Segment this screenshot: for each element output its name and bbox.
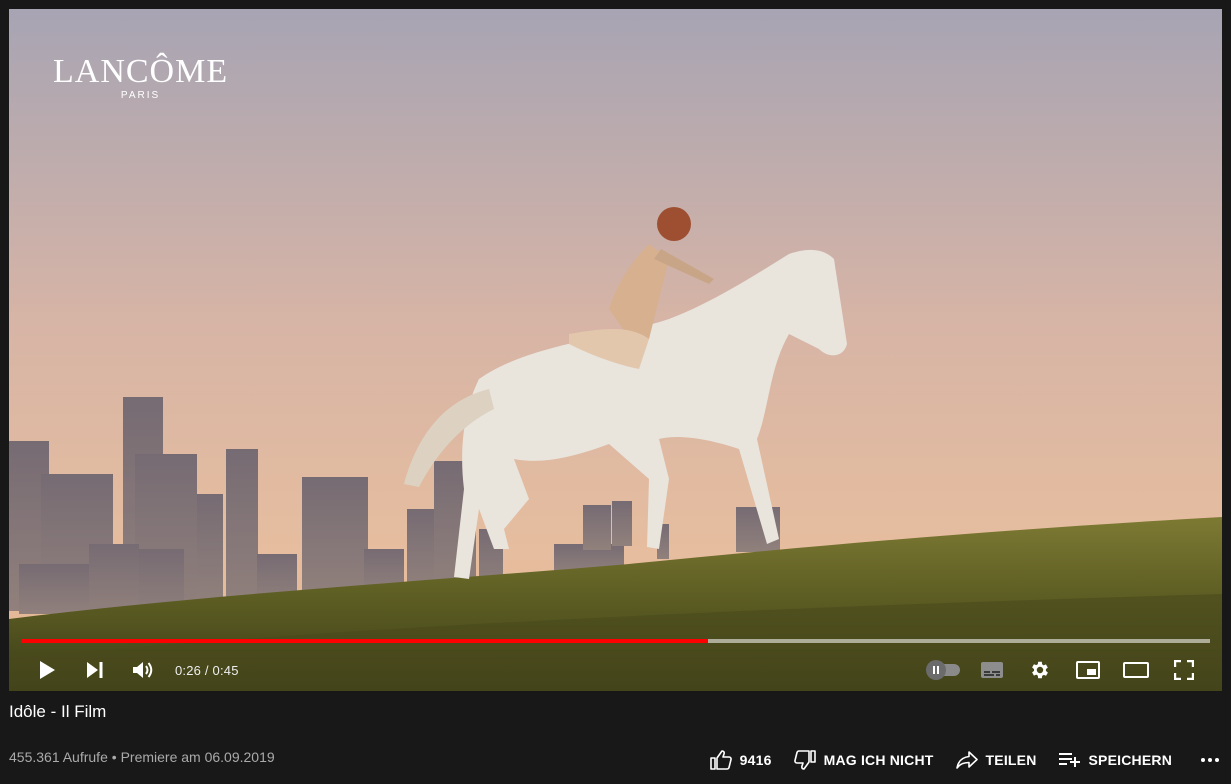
share-icon (955, 751, 978, 769)
share-label: TEILEN (985, 752, 1037, 768)
video-frame (9, 9, 1222, 691)
miniplayer-button[interactable] (1064, 652, 1112, 688)
save-button[interactable]: SPEICHERN (1058, 752, 1172, 768)
view-stats: 455.361 Aufrufe • Premiere am 06.09.2019 (9, 749, 275, 765)
gear-icon (1032, 661, 1048, 679)
action-bar: 9416 MAG ICH NICHT TEILEN SPEICHERN (688, 744, 1222, 776)
subtitles-icon (981, 662, 1003, 678)
thumbs-up-icon (709, 750, 732, 770)
like-count: 9416 (739, 752, 772, 768)
play-icon (40, 661, 55, 679)
more-actions-button[interactable] (1198, 758, 1222, 762)
player-controls: 0:26 / 0:45 (9, 649, 1222, 691)
playlist-add-icon (1058, 753, 1080, 767)
volume-icon (133, 662, 153, 678)
brand-logo: LANCÔME PARIS (53, 53, 229, 102)
thumbs-down-icon (793, 750, 816, 770)
video-player[interactable]: LANCÔME PARIS 0:26 / 0:45 (9, 9, 1222, 691)
fullscreen-icon (1174, 660, 1194, 680)
dislike-label: MAG ICH NICHT (823, 752, 934, 768)
progress-played (21, 639, 709, 643)
meta-row: 455.361 Aufrufe • Premiere am 06.09.2019… (9, 744, 1222, 776)
share-button[interactable]: TEILEN (955, 751, 1037, 769)
time-display: 0:26 / 0:45 (175, 662, 239, 678)
autoplay-track (926, 660, 960, 680)
premiere-date: Premiere am 06.09.2019 (120, 749, 275, 765)
brand-name: LANCÔME (53, 53, 229, 90)
dislike-button[interactable]: MAG ICH NICHT (793, 750, 934, 770)
save-label: SPEICHERN (1088, 752, 1172, 768)
brand-subtitle: PARIS (120, 90, 161, 101)
subtitles-button[interactable] (968, 652, 1016, 688)
autoplay-toggle[interactable] (920, 652, 968, 688)
progress-bar[interactable] (21, 639, 1210, 643)
volume-button[interactable] (119, 652, 167, 688)
video-info: Idôle - Il Film 455.361 Aufrufe • Premie… (9, 700, 1222, 770)
fullscreen-button[interactable] (1160, 652, 1208, 688)
like-button[interactable]: 9416 (709, 750, 772, 770)
theater-mode-icon (1123, 662, 1149, 678)
theater-mode-button[interactable] (1112, 652, 1160, 688)
separator-dot: • (111, 749, 117, 765)
settings-button[interactable] (1016, 652, 1064, 688)
more-horiz-icon (1201, 758, 1219, 762)
view-count: 455.361 Aufrufe (9, 749, 108, 765)
next-button[interactable] (71, 652, 119, 688)
miniplayer-icon (1076, 661, 1100, 679)
video-title: Idôle - Il Film (9, 702, 107, 721)
pause-icon (926, 660, 946, 680)
play-button[interactable] (23, 652, 71, 688)
skip-next-icon (87, 662, 103, 678)
